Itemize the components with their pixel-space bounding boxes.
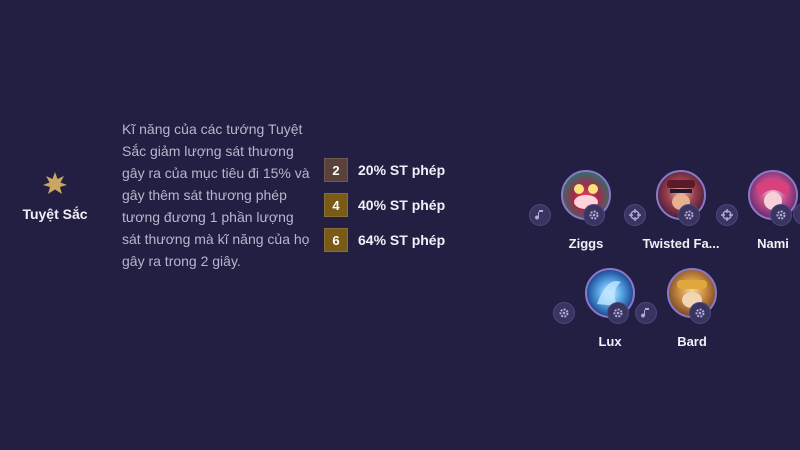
tier-row: 6 64% ST phép: [324, 227, 445, 253]
champion-card-bard[interactable]: Bard: [635, 268, 747, 358]
champion-name: Ziggs: [568, 236, 604, 251]
trait-name: Tuyệt Sắc: [22, 206, 88, 222]
music-note-icon: [529, 204, 551, 226]
trait-description: Kĩ năng của các tướng Tuyệt Sắc giảm lượ…: [122, 121, 310, 269]
crosshair-icon: [624, 204, 646, 226]
tier-count-badge: 4: [324, 193, 348, 217]
tier-effect: 64% ST phép: [358, 232, 446, 248]
gear-icon: [553, 302, 575, 324]
trait-tiers: 2 20% ST phép 4 40% ST phép 6 64% ST phé…: [324, 157, 445, 262]
champion-name: Nami: [757, 236, 789, 251]
champion-name: Bard: [677, 334, 707, 349]
gear-icon: [689, 302, 711, 324]
gear-icon: [770, 204, 792, 226]
tier-count-badge: 2: [324, 158, 348, 182]
star-burst-icon: [43, 172, 67, 194]
tier-effect: 40% ST phép: [358, 197, 446, 213]
gear-icon: [583, 204, 605, 226]
music-note-icon: [635, 302, 657, 324]
tier-effect: 20% ST phép: [358, 162, 446, 178]
tier-row: 2 20% ST phép: [324, 157, 445, 183]
crosshair-icon: [716, 204, 738, 226]
tier-count-badge: 6: [324, 228, 348, 252]
tier-row: 4 40% ST phép: [324, 192, 445, 218]
champion-card-nami[interactable]: Nami: [716, 170, 800, 260]
trait-header: Tuyệt Sắc: [10, 170, 100, 222]
gear-icon: [678, 204, 700, 226]
gear-icon: [607, 302, 629, 324]
